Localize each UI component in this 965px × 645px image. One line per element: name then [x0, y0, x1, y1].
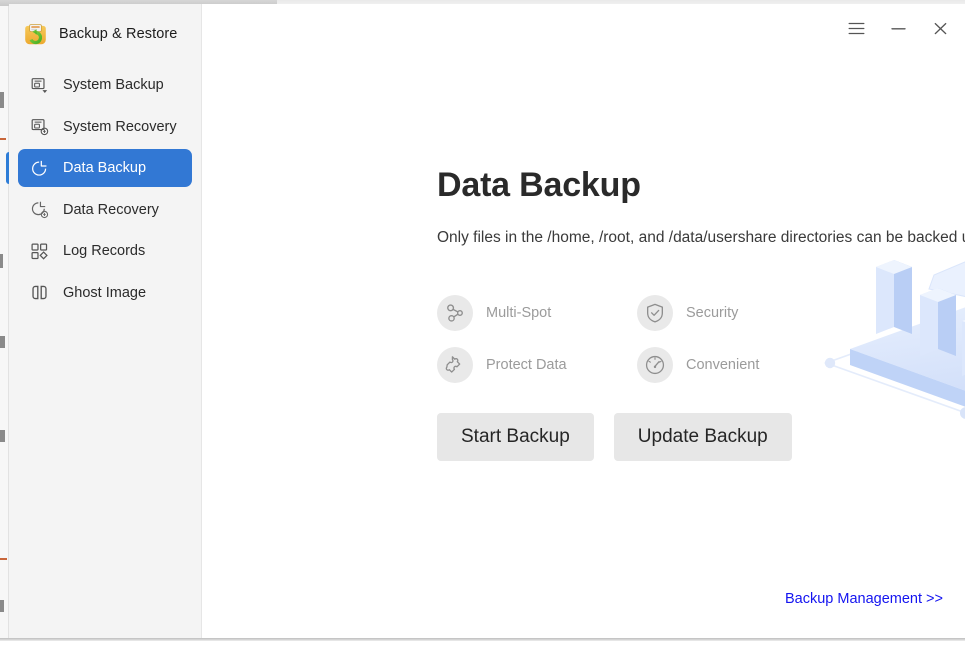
background-fragment: [0, 600, 4, 612]
feature-label: Security: [686, 305, 739, 321]
data-backup-icon: [29, 158, 49, 178]
feature-security: Security: [637, 287, 837, 339]
window-controls: [843, 12, 953, 44]
hamburger-menu-button[interactable]: [843, 15, 869, 41]
feature-label: Multi-Spot: [486, 305, 552, 321]
ghost-image-icon: [29, 283, 49, 303]
isometric-pie-and-bar-chart-illustration: [816, 226, 965, 446]
desktop-bottom-fill: [0, 641, 965, 645]
background-fragment: [0, 336, 5, 348]
main-content: Data Backup Only files in the /home, /ro…: [202, 4, 965, 638]
sidebar-item-system-recovery[interactable]: System Recovery: [18, 108, 192, 146]
data-recovery-icon: [29, 200, 49, 220]
sidebar-item-data-backup[interactable]: Data Backup: [18, 149, 192, 187]
background-fragment: [0, 430, 5, 442]
log-records-icon: [29, 241, 49, 261]
background-fragment: [0, 138, 6, 140]
sidebar-item-label: System Backup: [63, 77, 164, 93]
feature-convenient: Convenient: [637, 339, 837, 391]
feature-list: Multi-Spot Security Protect Data Conveni…: [437, 287, 837, 391]
page-subtitle: Only files in the /home, /root, and /dat…: [437, 229, 965, 246]
feature-label: Protect Data: [486, 357, 567, 373]
close-button[interactable]: [927, 15, 953, 41]
sidebar-item-label: System Recovery: [63, 118, 177, 135]
backup-restore-app-icon: [23, 22, 48, 47]
update-backup-button[interactable]: Update Backup: [613, 413, 792, 461]
puzzle-piece-icon: [437, 347, 473, 383]
feature-protect-data: Protect Data: [437, 339, 637, 391]
sidebar-item-log-records[interactable]: Log Records: [18, 232, 192, 270]
background-fragment: [0, 92, 4, 108]
system-backup-icon: [29, 75, 49, 95]
app-title: Backup & Restore: [59, 26, 178, 42]
minimize-button[interactable]: [885, 15, 911, 41]
sidebar-item-ghost-image[interactable]: Ghost Image: [18, 274, 192, 312]
start-backup-button[interactable]: Start Backup: [437, 413, 594, 461]
background-fragment: [0, 558, 7, 560]
sidebar-item-label: Data Backup: [63, 160, 147, 176]
sidebar-nav: System Backup System Recovery Data Backu…: [9, 66, 201, 312]
feature-label: Convenient: [686, 357, 760, 373]
gauge-icon: [637, 347, 673, 383]
sidebar-item-data-recovery[interactable]: Data Recovery: [18, 191, 192, 229]
sidebar-item-system-backup[interactable]: System Backup: [18, 66, 192, 104]
app-brand: Backup & Restore: [9, 4, 201, 52]
sidebar: Backup & Restore System Backup System Re…: [9, 4, 202, 638]
sidebar-item-label: Log Records: [63, 243, 146, 259]
feature-multi-spot: Multi-Spot: [437, 287, 637, 339]
sidebar-item-label: Data Recovery: [63, 201, 159, 218]
page-title: Data Backup: [437, 166, 641, 204]
backup-management-link[interactable]: Backup Management >>: [785, 591, 943, 607]
shield-check-icon: [637, 295, 673, 331]
background-fragment: [0, 254, 3, 268]
system-recovery-icon: [29, 117, 49, 137]
share-nodes-icon: [437, 295, 473, 331]
action-buttons: Start Backup Update Backup: [437, 413, 792, 461]
sidebar-item-label: Ghost Image: [63, 284, 147, 301]
backup-restore-window: Backup & Restore System Backup System Re…: [9, 4, 965, 638]
